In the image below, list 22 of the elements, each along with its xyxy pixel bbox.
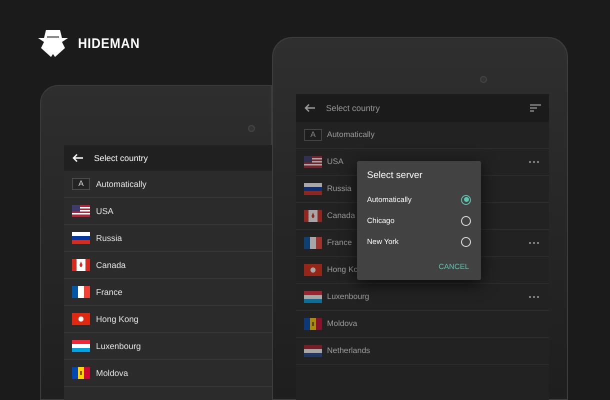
brand-name: HIDEMAN — [78, 34, 140, 52]
country-name: Moldova — [96, 366, 128, 380]
screen-title: Select country — [326, 102, 381, 114]
country-name: Luxenbourg — [327, 291, 370, 303]
country-name: Automatically — [327, 129, 375, 141]
country-name: France — [96, 286, 122, 298]
country-name: Automatically — [96, 178, 147, 190]
country-name: Luxenbourg — [96, 340, 141, 352]
country-name: France — [327, 237, 352, 249]
auto-badge: A — [72, 178, 90, 190]
screen-title: Select country — [94, 152, 148, 164]
auto-badge: A — [304, 129, 322, 141]
country-name: USA — [327, 156, 344, 168]
country-name: USA — [96, 204, 114, 218]
country-name: Hong Kong — [96, 312, 139, 326]
country-name: Canada — [96, 258, 126, 272]
country-name: Canada — [327, 210, 356, 222]
country-name: Moldova — [327, 318, 358, 330]
dialog-title: Select server — [367, 169, 424, 183]
country-name: Russia — [327, 183, 352, 195]
country-name: Netherlands — [327, 345, 370, 357]
country-name: Russia — [96, 232, 122, 244]
